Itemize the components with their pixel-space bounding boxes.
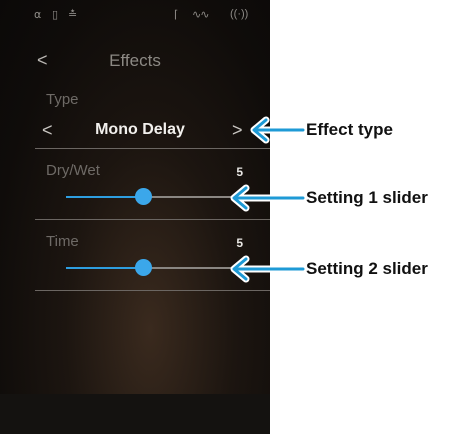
callout-setting1: Setting 1 slider: [306, 188, 428, 207]
callout-arrows: [230, 116, 305, 283]
callout-setting2: Setting 2 slider: [306, 259, 428, 278]
callout-effect-type: Effect type: [306, 120, 393, 139]
